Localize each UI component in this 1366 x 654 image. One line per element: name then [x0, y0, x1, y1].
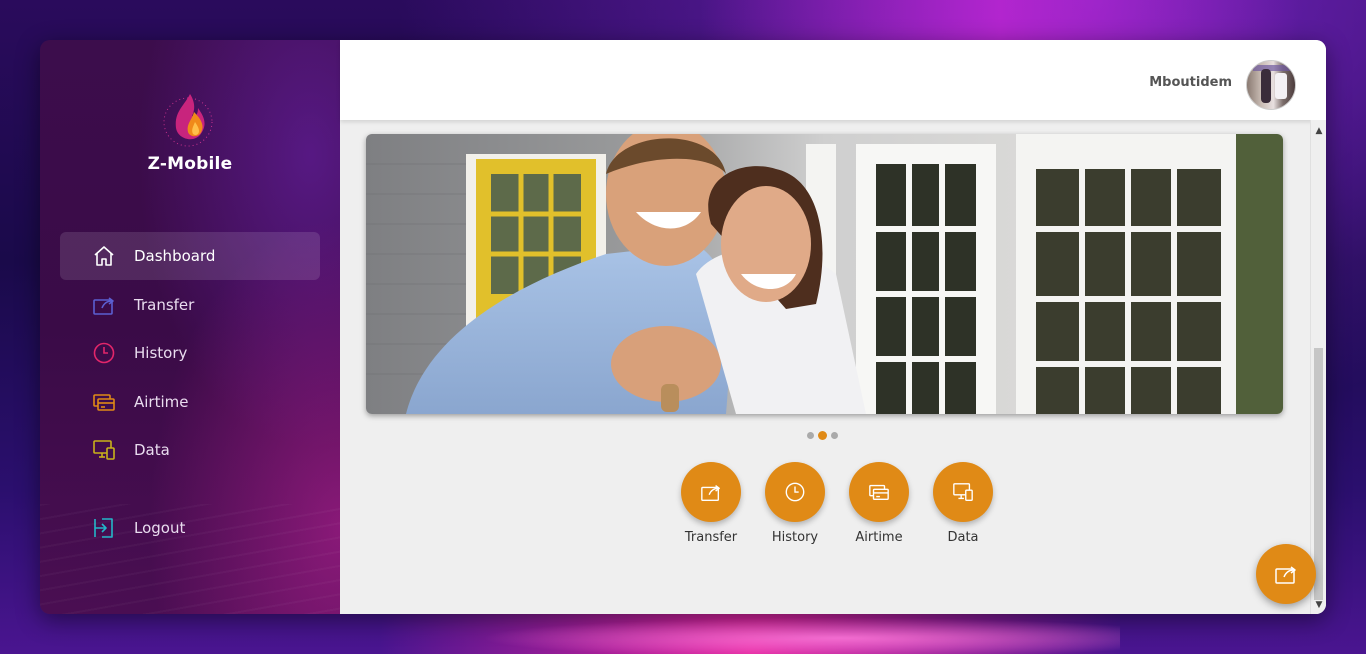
sidebar-item-label: History: [134, 344, 188, 362]
sidebar-item-airtime[interactable]: Airtime: [60, 378, 320, 426]
avatar[interactable]: [1246, 60, 1296, 110]
quick-action-history[interactable]: History: [753, 462, 837, 545]
floating-transfer-button[interactable]: [1256, 544, 1316, 604]
background-streak: [700, 0, 1300, 40]
banner-carousel[interactable]: [366, 134, 1283, 414]
devices-icon: [953, 483, 973, 501]
username: Mboutidem: [1149, 75, 1232, 90]
quick-action-label: Airtime: [855, 530, 903, 545]
sidebar-item-data[interactable]: Data: [60, 426, 320, 474]
sidebar-item-label: Dashboard: [134, 247, 216, 265]
devices-icon: [92, 438, 116, 462]
banner-image: [366, 134, 1283, 414]
sidebar-item-dashboard[interactable]: Dashboard: [60, 232, 320, 280]
scroll-up-arrow-icon[interactable]: ▲: [1311, 124, 1326, 138]
sidebar-item-label: Data: [134, 441, 170, 459]
brand-name: Z-Mobile: [147, 154, 233, 174]
sidebar-item-history[interactable]: History: [60, 329, 320, 377]
main-content: Mboutidem Transfer History Airtime Data …: [340, 40, 1326, 614]
flame-logo-icon: [163, 94, 213, 147]
carousel-dot[interactable]: [831, 432, 838, 439]
transfer-button[interactable]: [681, 462, 741, 522]
background-glow: [420, 614, 1120, 654]
sidebar-item-label: Airtime: [134, 392, 189, 411]
logout-icon: [92, 516, 116, 540]
transfer-icon: [92, 293, 116, 317]
brand: Z-Mobile: [40, 88, 340, 174]
clock-icon: [92, 341, 116, 365]
sidebar-item-transfer[interactable]: Transfer: [60, 281, 320, 329]
card-icon: [869, 484, 889, 501]
sidebar-nav: Dashboard Transfer History Airtime Data …: [60, 232, 320, 553]
top-bar: Mboutidem: [340, 40, 1326, 120]
sidebar-item-label: Transfer: [134, 295, 195, 314]
carousel-dot[interactable]: [807, 432, 814, 439]
history-button[interactable]: [765, 462, 825, 522]
quick-action-label: History: [771, 530, 819, 545]
sidebar: Z-Mobile Dashboard Transfer History Airt…: [40, 40, 340, 614]
quick-action-label: Transfer: [684, 530, 738, 545]
quick-action-data[interactable]: Data: [921, 462, 1005, 545]
sidebar-item-label: Logout: [134, 519, 186, 537]
airtime-button[interactable]: [849, 462, 909, 522]
clock-icon: [785, 482, 805, 502]
quick-actions: Transfer History Airtime Data: [669, 462, 1005, 545]
sidebar-item-logout[interactable]: Logout: [60, 504, 320, 552]
transfer-icon: [701, 485, 720, 501]
app-window: Z-Mobile Dashboard Transfer History Airt…: [40, 40, 1326, 614]
carousel-indicators: [807, 431, 838, 440]
card-icon: [92, 390, 116, 414]
carousel-dot-active[interactable]: [818, 431, 827, 440]
quick-action-transfer[interactable]: Transfer: [669, 462, 753, 545]
data-button[interactable]: [933, 462, 993, 522]
scroll-down-arrow-icon[interactable]: ▼: [1311, 598, 1326, 612]
home-icon: [92, 244, 116, 268]
transfer-icon: [1275, 566, 1296, 584]
vertical-scrollbar[interactable]: ▲ ▼: [1310, 120, 1326, 614]
dashboard-scroll-area: Transfer History Airtime Data: [340, 120, 1310, 614]
quick-action-airtime[interactable]: Airtime: [837, 462, 921, 545]
quick-action-label: Data: [947, 530, 979, 545]
scrollbar-thumb[interactable]: [1314, 348, 1323, 600]
